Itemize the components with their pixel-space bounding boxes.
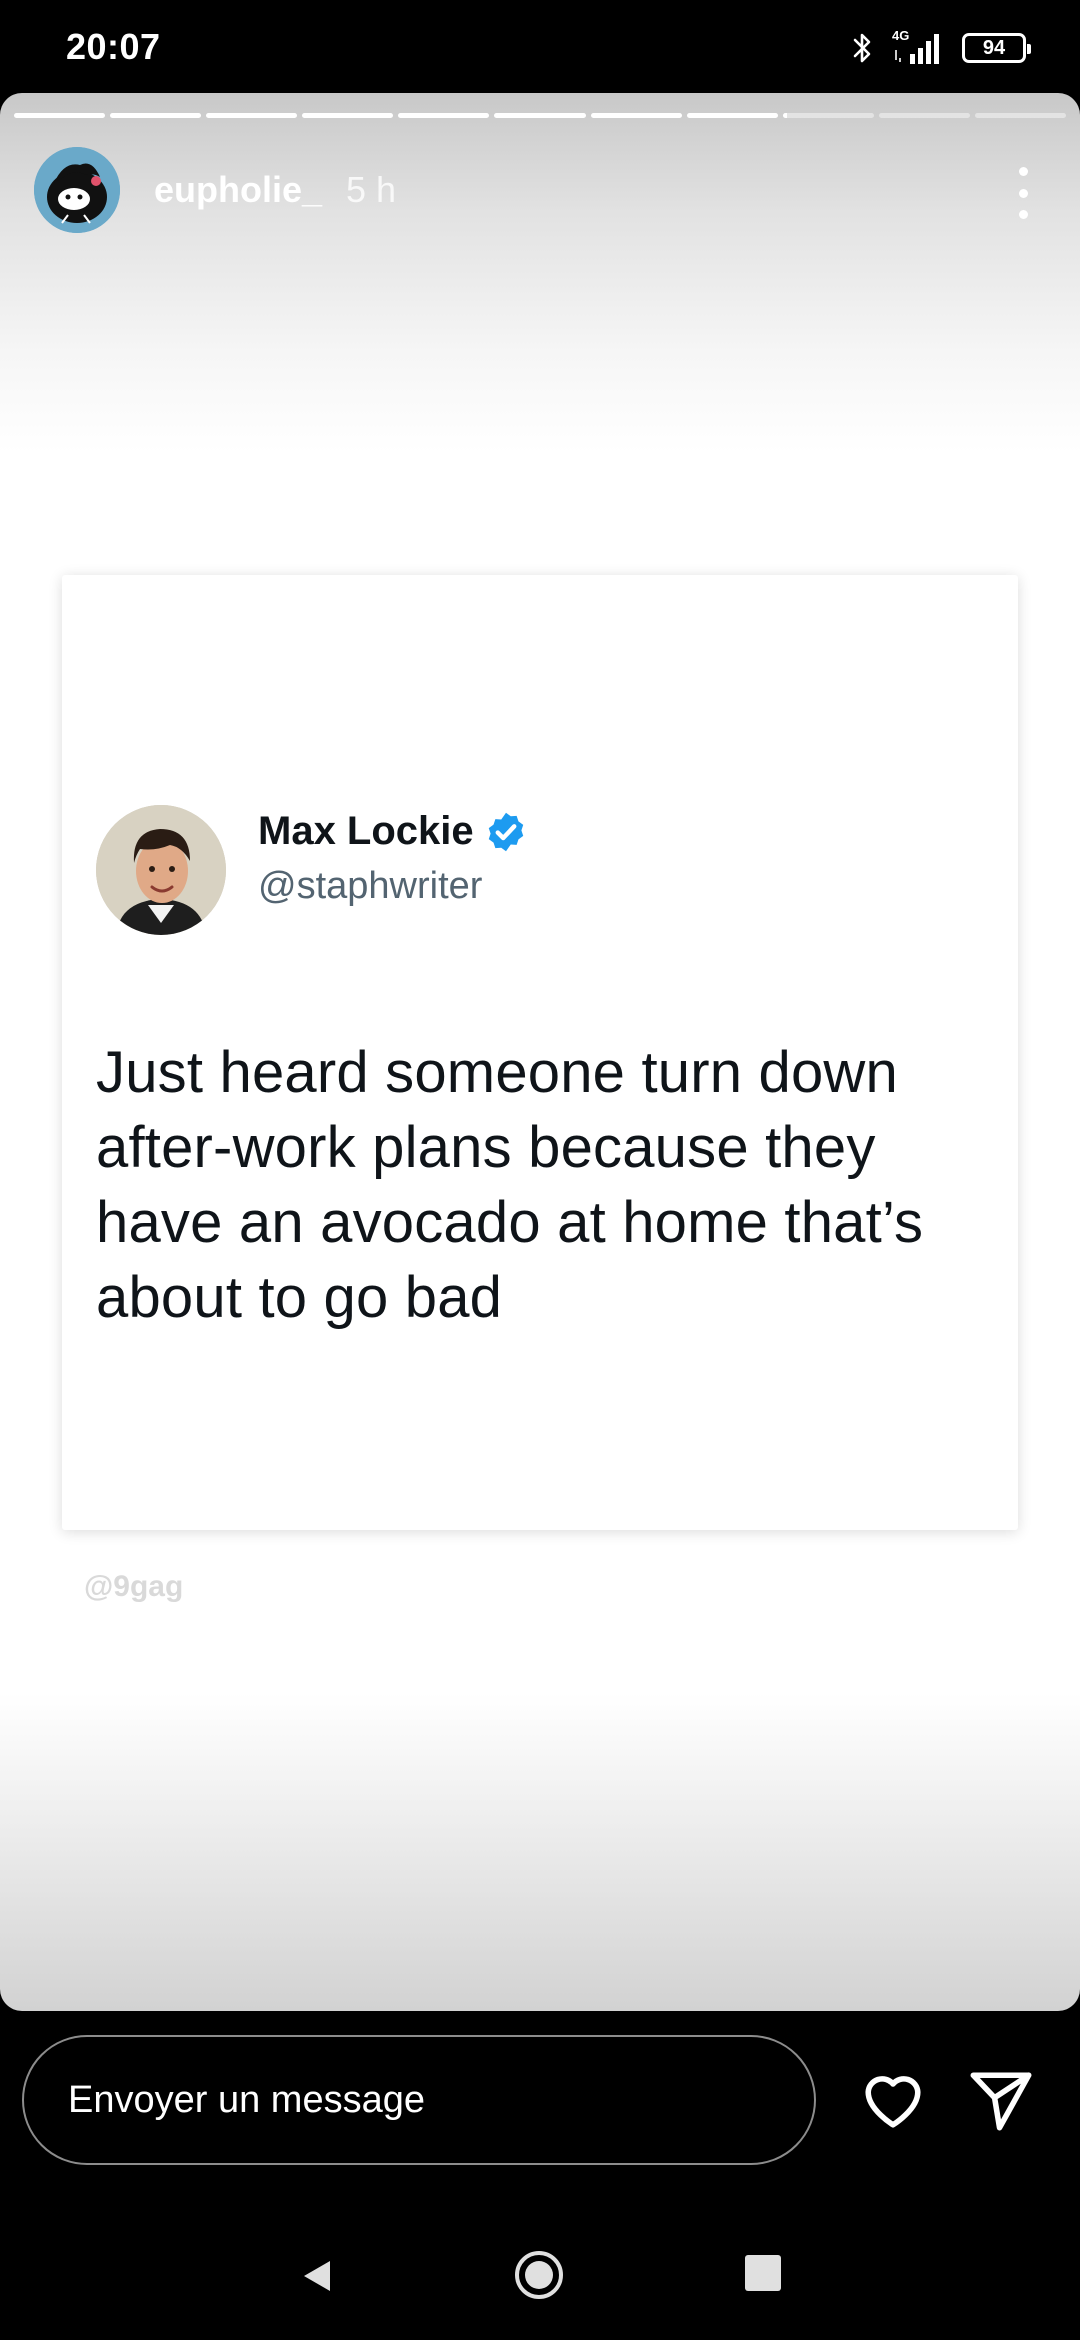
story-progress-fill [206, 113, 298, 118]
story-progress-bars [14, 113, 1067, 119]
story-progress-fill [686, 113, 778, 118]
story-progress-segment [14, 113, 106, 118]
story-progress-fill [14, 113, 106, 118]
story-username[interactable]: eupholie_ [154, 169, 322, 211]
paper-plane-icon[interactable] [966, 2065, 1036, 2135]
story-progress-fill [782, 113, 788, 118]
battery-level: 94 [982, 37, 1006, 59]
story-progress-segment [494, 113, 586, 118]
heart-icon[interactable] [858, 2065, 928, 2135]
circle-home-icon[interactable] [511, 2247, 567, 2303]
story-view[interactable]: eupholie_ 5 h Max Lockie @staphwriter Ju… [0, 93, 1080, 2011]
tweet-author-name: Max Lockie [258, 809, 474, 853]
square-recents-icon[interactable] [745, 2255, 781, 2291]
tweet-author-portrait-icon [96, 805, 226, 935]
network-label: 4G [892, 28, 909, 43]
status-bar: 20:07 4G 94 [0, 0, 1080, 95]
vertical-dots-icon [1018, 167, 1028, 176]
story-header: eupholie_ 5 h [34, 145, 1044, 235]
story-progress-segment [590, 113, 682, 118]
tweet-text: Just heard someone turn down after-work … [96, 1040, 924, 1330]
source-watermark: @9gag [84, 1570, 184, 1603]
story-progress-segment [686, 113, 778, 118]
more-options-button[interactable] [1008, 163, 1038, 223]
story-progress-segment [110, 113, 202, 118]
status-icons: 4G 94 [850, 28, 1031, 68]
story-progress-segment [302, 113, 394, 118]
story-progress-fill [398, 113, 490, 118]
story-progress-segment [974, 113, 1067, 118]
message-input[interactable] [22, 2035, 816, 2165]
tweet-name-row: Max Lockie [258, 809, 528, 854]
triangle-back-icon[interactable] [292, 2251, 342, 2301]
story-progress-segment [206, 113, 298, 118]
story-progress-fill [110, 113, 202, 118]
instagram-story-screen: 20:07 4G 94 eupholie_ 5 h Max Lockie @st… [0, 0, 1080, 2340]
story-time-ago: 5 h [346, 169, 397, 210]
verified-badge-icon [488, 812, 523, 851]
status-time: 20:07 [66, 26, 161, 67]
avatar-illustration-icon [34, 147, 120, 233]
story-progress-segment [782, 113, 874, 118]
story-progress-fill [302, 113, 394, 118]
story-progress-segment [398, 113, 490, 118]
story-progress-segment [878, 113, 970, 118]
story-progress-fill [494, 113, 586, 118]
bluetooth-icon [853, 33, 871, 63]
avatar[interactable] [34, 147, 120, 233]
tweet-author-handle: @staphwriter [258, 865, 483, 907]
story-reply-bar [0, 2011, 1080, 2211]
battery-icon: 94 [962, 33, 1031, 63]
tweet-card: Max Lockie @staphwriter Just heard someo… [62, 575, 1018, 1530]
signal-icon: 4G [892, 28, 939, 64]
system-navigation-bar [0, 2211, 1080, 2340]
tweet-author-avatar [96, 805, 226, 935]
story-progress-fill [590, 113, 682, 118]
